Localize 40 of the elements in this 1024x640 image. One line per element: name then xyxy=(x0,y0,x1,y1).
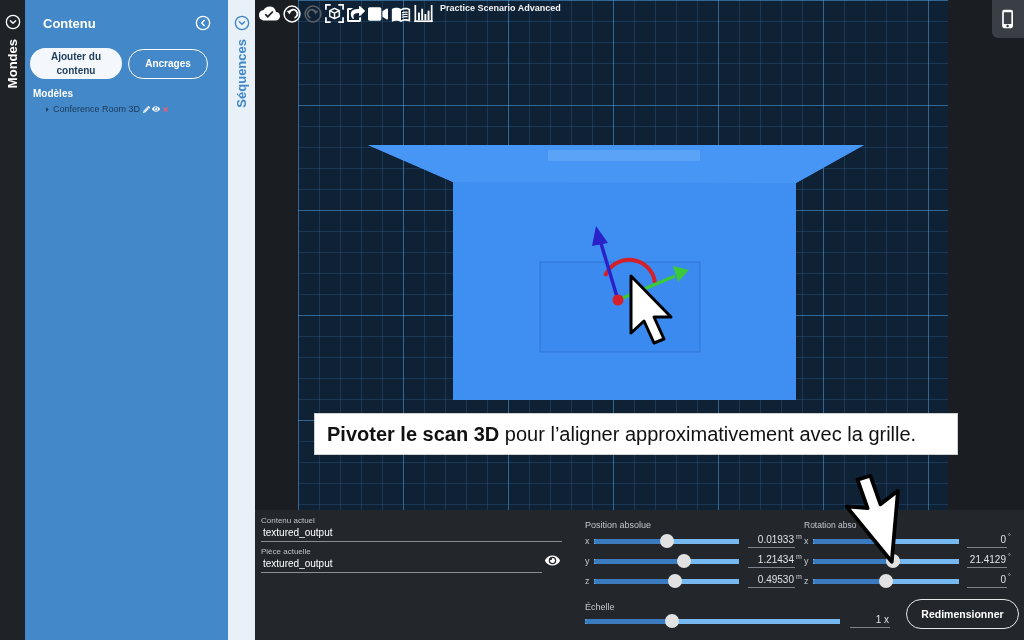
panel-title: Contenu xyxy=(43,15,96,31)
cube-icon[interactable] xyxy=(325,4,344,23)
axis-label: y xyxy=(585,556,591,566)
scenario-title: Practice Scenario Advanced xyxy=(440,3,561,13)
axis-label: y xyxy=(804,556,810,566)
slider-thumb[interactable] xyxy=(676,554,691,568)
axis-label: z xyxy=(804,576,810,586)
value-field[interactable]: 0 xyxy=(967,574,1007,588)
axis-label: z xyxy=(585,576,591,586)
pencil-icon[interactable] xyxy=(143,105,151,113)
value-field[interactable]: 21.4129 xyxy=(967,554,1007,568)
section-label: Rotation abso xyxy=(804,520,857,531)
value-field[interactable]: 1 x xyxy=(850,614,890,628)
instruction-caption: Pivoter le scan 3D pour l’aligner approximativement avec la grille. xyxy=(314,413,958,455)
slider-thumb[interactable] xyxy=(664,614,679,628)
share-icon[interactable] xyxy=(347,4,365,23)
device-preview-button[interactable] xyxy=(992,0,1024,38)
section-label: Position absolue xyxy=(585,520,652,531)
axis-gizmo-icon xyxy=(592,226,689,306)
chevron-left-icon[interactable] xyxy=(195,15,211,31)
slider-thumb[interactable] xyxy=(879,574,893,588)
field-label: Pièce actuelle xyxy=(261,547,312,557)
rail-tab-label[interactable]: Mondes xyxy=(5,39,20,89)
section-title: Modèles xyxy=(32,88,74,99)
text-field[interactable]: textured_output xyxy=(261,527,562,542)
value-field[interactable]: 0 xyxy=(967,534,1007,548)
axis-label: x xyxy=(804,536,810,546)
value-field[interactable]: 0.01933 xyxy=(748,534,795,548)
undo-icon[interactable] xyxy=(283,4,301,23)
field-label: Contenu actuel xyxy=(261,516,316,526)
slider-thumb[interactable] xyxy=(659,534,674,548)
value-field[interactable]: 0.49530 xyxy=(748,574,795,588)
slider-thumb[interactable] xyxy=(668,574,683,588)
text-field[interactable]: textured_output xyxy=(261,558,542,573)
bar-chart-icon[interactable] xyxy=(414,4,433,23)
axis-label: x xyxy=(585,536,591,546)
section-label: Échelle xyxy=(585,602,615,613)
value-field[interactable]: 1.21434 xyxy=(748,554,795,568)
add-content-button[interactable]: Ajouter du contenu xyxy=(30,48,122,79)
caret-icon[interactable] xyxy=(44,105,51,113)
